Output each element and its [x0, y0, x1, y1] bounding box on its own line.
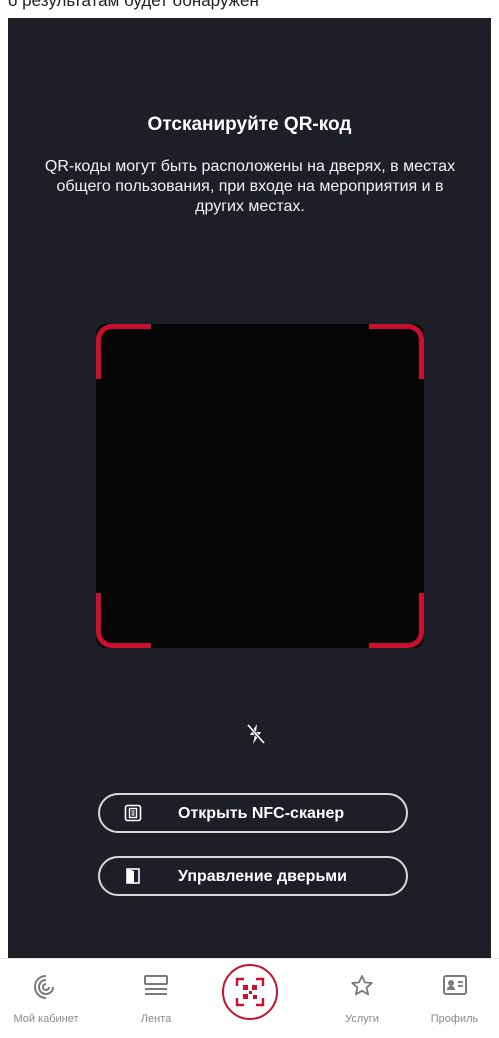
qr-scanner-screen: Отсканируйте QR-код QR-коды могут быть р…: [8, 18, 491, 958]
feed-icon: [142, 973, 170, 1002]
cropped-text: о результатам будет обнаружен: [8, 0, 259, 10]
tab-label: Профиль: [430, 1013, 479, 1025]
viewfinder-corner-top-left: [96, 324, 151, 379]
flash-off-icon[interactable]: [244, 722, 268, 746]
star-icon: [349, 973, 375, 1004]
viewfinder-corner-top-right: [369, 324, 424, 379]
tab-profile[interactable]: Профиль: [410, 959, 499, 1038]
top-cropped-text: о результатам будет обнаружен: [0, 0, 499, 18]
tab-label: Лента: [140, 1013, 172, 1025]
scanner-description: QR-коды могут быть расположены на дверях…: [44, 158, 456, 215]
nfc-icon: [124, 804, 142, 822]
camera-viewfinder: [96, 324, 424, 648]
cabinet-logo-icon: [32, 973, 60, 1006]
tab-my-cabinet[interactable]: Мой кабинет: [0, 959, 92, 1038]
page-title: Отсканируйте QR-код: [147, 114, 352, 135]
qr-scan-icon: [235, 977, 265, 1007]
tab-label: Услуги: [345, 1013, 379, 1025]
tab-services[interactable]: Услуги: [322, 959, 402, 1038]
tab-feed[interactable]: Лента: [116, 959, 196, 1038]
door-control-button[interactable]: Управление дверьми: [98, 856, 408, 896]
door-icon: [124, 867, 142, 885]
profile-card-icon: [441, 973, 469, 1002]
nfc-button-label: Открыть NFC-сканер: [178, 805, 345, 822]
doors-button-label: Управление дверьми: [178, 868, 347, 885]
qr-scan-button[interactable]: [222, 964, 278, 1020]
open-nfc-scanner-button[interactable]: Открыть NFC-сканер: [98, 793, 408, 833]
viewfinder-corner-bottom-right: [369, 593, 424, 648]
tab-label: Мой кабинет: [13, 1013, 79, 1025]
viewfinder-corner-bottom-left: [96, 593, 151, 648]
